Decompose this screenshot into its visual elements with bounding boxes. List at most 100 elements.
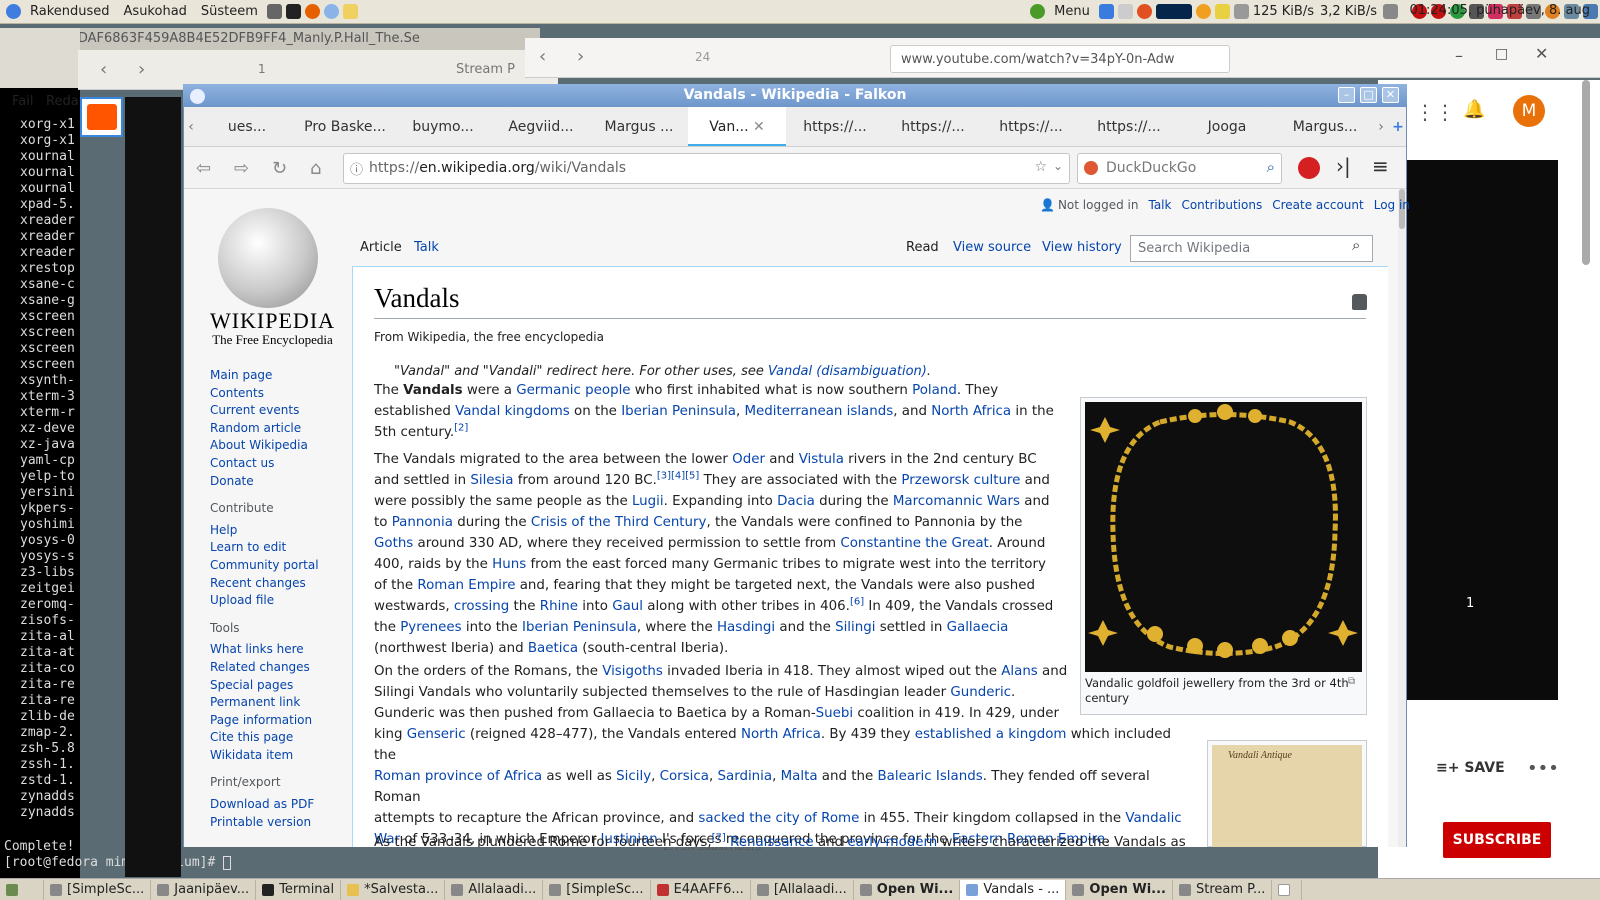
firefox-icon[interactable] [304,4,320,19]
taskbar-item[interactable]: E4AAFF6... [651,879,751,900]
adblock-icon[interactable] [1298,157,1320,179]
tab-view-source[interactable]: View source [953,240,1031,255]
yt-forward-icon[interactable]: › [577,46,584,67]
browser-tab[interactable]: Margus... [1276,107,1374,146]
link[interactable]: Rhine [540,599,578,614]
save-button[interactable]: ≡+ SAVE [1436,760,1505,776]
back-icon[interactable]: ⇦ [196,158,211,179]
search-applet-icon[interactable] [1195,4,1211,19]
checkbox-icon[interactable] [1098,4,1114,19]
forward-arrow-icon[interactable]: › [138,59,145,80]
more-icon[interactable]: ••• [1527,758,1559,779]
browser-tab[interactable]: https://... [884,107,982,146]
link[interactable]: North Africa [741,727,821,742]
browser-tab[interactable]: buymo... [394,107,492,146]
wiki-search-input[interactable]: Search Wikipedia [1130,235,1373,262]
taskbar-item[interactable]: Terminal [256,879,342,900]
sidebar-main-link[interactable]: Donate [210,473,319,491]
reload-icon[interactable]: ↻ [272,158,287,179]
weather-icon[interactable] [1233,4,1249,19]
sidebar-contribute-link[interactable]: Community portal [210,557,319,575]
close-tab-icon[interactable]: ✕ [749,119,765,135]
lock-icon[interactable] [1352,294,1367,310]
taskbar-item[interactable]: Jaanipäev... [151,879,257,900]
browser-tab[interactable]: Pro Baske... [296,107,394,146]
sidebar-tools-link[interactable]: Wikidata item [210,747,319,765]
tab-view-history[interactable]: View history [1042,240,1122,255]
link[interactable]: Marcomannic Wars [893,494,1020,509]
sidebar-toggle-icon[interactable]: ›| [1336,154,1351,178]
sidebar-tools-link[interactable]: Permanent link [210,694,319,712]
link[interactable]: Genseric [407,727,466,742]
link[interactable]: early-modern [847,835,937,847]
sidebar-print-link[interactable]: Download as PDF [210,796,319,814]
citation[interactable]: [3][4][5] [657,471,700,482]
tab-read[interactable]: Read [906,240,939,255]
fedora-icon[interactable] [6,4,21,19]
link[interactable]: Germanic people [516,383,630,398]
link[interactable]: Mediterranean islands [744,404,893,419]
citation[interactable]: [6] [850,597,864,608]
link[interactable]: Hasdingi [717,620,775,635]
sidebar-tools-link[interactable]: Cite this page [210,729,319,747]
personal-talk-link[interactable]: Talk [1148,198,1171,212]
link[interactable]: sacked the city of Rome [698,811,859,826]
browser-tab[interactable]: Aegviid... [492,107,590,146]
search-engine-box[interactable]: DuckDuckGo ⌕ [1077,153,1282,184]
terminal-launcher-icon[interactable] [285,4,301,19]
link[interactable]: Vandal kingdoms [455,404,570,419]
url-bar[interactable]: https://en.wikipedia.org/wiki/Vandals ⓘ … [343,153,1070,184]
sidebar-contribute-link[interactable]: Upload file [210,592,319,610]
link[interactable]: North Africa [931,404,1011,419]
browser-tab[interactable]: ues... [198,107,296,146]
menu-rakendused[interactable]: Rakendused [23,4,117,19]
link[interactable]: Malta [781,769,818,784]
browser-tab[interactable]: https://... [982,107,1080,146]
enlarge-icon[interactable]: ⧉ [1348,676,1355,687]
new-tab-icon[interactable]: + [1388,119,1406,135]
sidebar-contribute-link[interactable]: Recent changes [210,575,319,593]
falkon-minimize-button[interactable]: – [1338,87,1355,103]
link[interactable]: Roman province of Africa [374,769,542,784]
link[interactable]: Gunderic [950,685,1011,700]
sidebar-tools-link[interactable]: Page information [210,712,319,730]
link[interactable]: Iberian Peninsula [621,404,736,419]
home-icon[interactable]: ⌂ [310,158,321,179]
tab-count-a[interactable]: 1 [258,62,266,76]
minimize-icon[interactable]: – [1455,46,1463,65]
browser-icon[interactable] [323,4,339,19]
terminal-menu-edit[interactable]: Reda [46,94,79,109]
show-desktop-button[interactable] [0,879,44,900]
avatar[interactable]: M [1513,95,1545,127]
link[interactable]: Sicily [616,769,651,784]
link[interactable]: Visigoths [602,664,663,679]
apps-grid-icon[interactable]: ⋮⋮ [1415,100,1455,124]
taskbar-item[interactable]: Stream P... [1173,879,1273,900]
create-account-link[interactable]: Create account [1272,198,1364,212]
citation[interactable]: [7] [712,833,726,844]
screenshot-icon[interactable] [266,4,282,19]
link[interactable]: Dacia [777,494,815,509]
yt-back-icon[interactable]: ‹ [539,46,546,67]
subscribe-button[interactable]: SUBSCRIBE [1443,822,1551,858]
link[interactable]: Iberian Peninsula [522,620,637,635]
link[interactable]: Sardinia [717,769,772,784]
link[interactable]: established a kingdom [915,727,1067,742]
sidebar-print-link[interactable]: Printable version [210,814,319,832]
maximize-icon[interactable]: □ [1495,46,1508,62]
citation[interactable]: [2] [454,423,468,434]
tab-scroll-left-icon[interactable]: ‹ [184,119,198,135]
link[interactable]: Pannonia [392,515,453,530]
back-arrow-icon[interactable]: ‹ [100,59,107,80]
page-scrollbar[interactable] [1398,189,1406,847]
link[interactable]: Renaissance [730,835,814,847]
link[interactable]: Corsica [660,769,709,784]
browser-tab[interactable]: https://... [786,107,884,146]
link[interactable]: Suebi [816,706,853,721]
tab-article[interactable]: Article [360,240,402,255]
menu-label[interactable]: Menu [1047,4,1097,19]
tab-count-b[interactable]: 24 [695,50,710,64]
search-icon[interactable]: ⌕ [1267,158,1275,176]
duckduckgo-icon[interactable] [1084,161,1098,175]
url-dropdown-icon[interactable]: ⌄ [1053,159,1063,173]
